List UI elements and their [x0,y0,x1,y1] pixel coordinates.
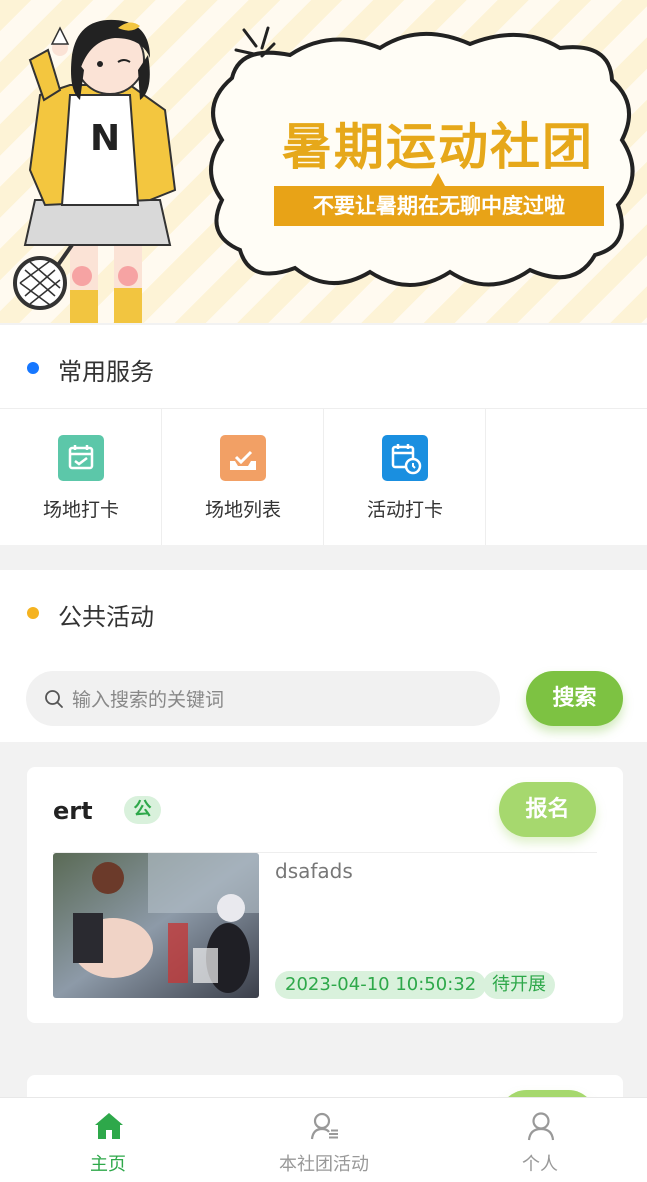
tab-profile[interactable]: 个人 [432,1098,647,1182]
calendar-clock-icon [382,435,428,481]
tab-label: 主页 [90,1154,126,1175]
tab-label: 本社团活动 [279,1154,369,1175]
common-services-header: 常用服务 [0,325,647,409]
person-icon [527,1112,555,1141]
activity-description: dsafads [275,859,353,883]
service-label: 场地打卡 [42,499,119,521]
section-dot-icon [27,362,39,374]
home-icon [95,1113,123,1139]
service-label: 场地列表 [204,499,281,521]
search-icon [45,690,63,708]
tab-home[interactable]: 主页 [0,1098,216,1182]
tab-club-activities[interactable]: 本社团活动 [216,1098,432,1182]
signup-button[interactable]: 报名 [499,782,596,837]
activity-card[interactable]: ert 公 报名 dsafads 2023-04-10 10:50:32 待开展 [27,767,623,1023]
service-activity-checkin[interactable]: 活动打卡 [324,409,486,545]
activity-image[interactable] [53,853,259,998]
search-bar: 输入搜索的关键词 搜索 [0,654,647,742]
svg-text:N: N [90,118,120,159]
service-label: 活动打卡 [366,499,443,521]
banner-title: 暑期运动社团 [282,118,594,176]
section-dot-icon [27,607,39,619]
activity-status-tag: 待开展 [483,971,555,999]
service-empty-slot [486,409,647,545]
search-button[interactable]: 搜索 [526,671,623,726]
search-placeholder: 输入搜索的关键词 [72,689,225,711]
burst-lines-icon [234,26,276,58]
bottom-tab-bar: 主页 本社团活动 个人 [0,1097,647,1182]
user-list-icon [310,1112,338,1140]
activity-date-tag: 2023-04-10 10:50:32 [275,971,487,999]
activity-title: ert [53,797,93,825]
public-badge: 公 [124,796,161,824]
girl-illustration: N [13,19,177,323]
public-activities-header: 公共活动 [0,570,647,654]
banner-subtitle: 不要让暑期在无聊中度过啦 [274,186,604,226]
common-services-title: 常用服务 [58,358,154,386]
service-venue-checkin[interactable]: 场地打卡 [0,409,162,545]
list-inbox-icon [220,435,266,481]
calendar-check-icon [58,435,104,481]
banner-subtitle-pointer [431,173,445,186]
tab-label: 个人 [522,1154,558,1175]
page: N 暑期运动社团 不要让暑期在无聊中度过啦 常用服务 场地打卡 场地列表 活动打… [0,0,647,1182]
services-grid: 场地打卡 场地列表 活动打卡 [0,408,647,545]
public-activities-title: 公共活动 [58,603,154,631]
service-venue-list[interactable]: 场地列表 [162,409,324,545]
banner[interactable]: N 暑期运动社团 不要让暑期在无聊中度过啦 [0,0,647,323]
